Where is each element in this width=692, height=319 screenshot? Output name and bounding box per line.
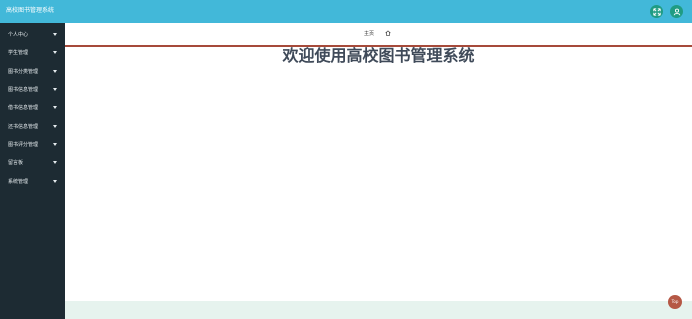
home-icon[interactable]	[385, 30, 391, 36]
sidebar-item-book-rating[interactable]: 图书评分管理	[0, 136, 65, 154]
sidebar-item-label: 图书评分管理	[8, 142, 39, 148]
welcome-heading: 欢迎使用高校图书管理系统	[282, 46, 475, 65]
caret-down-icon	[53, 106, 57, 109]
caret-down-icon	[53, 125, 57, 128]
sidebar-item-message-board[interactable]: 留言板	[0, 154, 65, 172]
breadcrumb: 主页	[65, 23, 692, 47]
caret-down-icon	[53, 180, 57, 183]
caret-down-icon	[53, 33, 57, 36]
sidebar: 个人中心 学生管理 图书分类管理 图书信息管理 借书信息管理 还书信息管理 图书…	[0, 23, 65, 319]
app-title: 高校图书管理系统	[6, 7, 55, 14]
caret-down-icon	[53, 161, 57, 164]
sidebar-item-system-management[interactable]: 系统管理	[0, 173, 65, 191]
sidebar-item-student-management[interactable]: 学生管理	[0, 44, 65, 62]
sidebar-item-label: 留言板	[8, 160, 24, 166]
sidebar-item-borrow-info[interactable]: 借书信息管理	[0, 99, 65, 117]
main-content: 主页 欢迎使用高校图书管理系统	[65, 23, 692, 319]
caret-down-icon	[53, 88, 57, 91]
fullscreen-icon	[652, 7, 661, 16]
back-to-top-button[interactable]: Top	[668, 295, 682, 309]
sidebar-item-label: 还书信息管理	[8, 124, 39, 130]
sidebar-item-book-category[interactable]: 图书分类管理	[0, 63, 65, 81]
user-icon	[673, 8, 680, 15]
user-button[interactable]	[670, 5, 683, 18]
footer-strip	[65, 301, 692, 319]
top-header: 高校图书管理系统	[0, 0, 692, 23]
sidebar-item-label: 图书信息管理	[8, 87, 39, 93]
breadcrumb-home-link[interactable]: 主页	[364, 30, 374, 38]
sidebar-item-personal-center[interactable]: 个人中心	[0, 26, 65, 44]
sidebar-item-return-info[interactable]: 还书信息管理	[0, 118, 65, 136]
caret-down-icon	[53, 70, 57, 73]
caret-down-icon	[53, 143, 57, 146]
sidebar-item-label: 借书信息管理	[8, 105, 39, 111]
sidebar-item-book-info[interactable]: 图书信息管理	[0, 81, 65, 99]
sidebar-item-label: 学生管理	[8, 50, 29, 56]
sidebar-item-label: 图书分类管理	[8, 69, 39, 75]
caret-down-icon	[53, 51, 57, 54]
fullscreen-button[interactable]	[650, 5, 663, 18]
sidebar-item-label: 系统管理	[8, 179, 29, 185]
sidebar-item-label: 个人中心	[8, 32, 29, 38]
